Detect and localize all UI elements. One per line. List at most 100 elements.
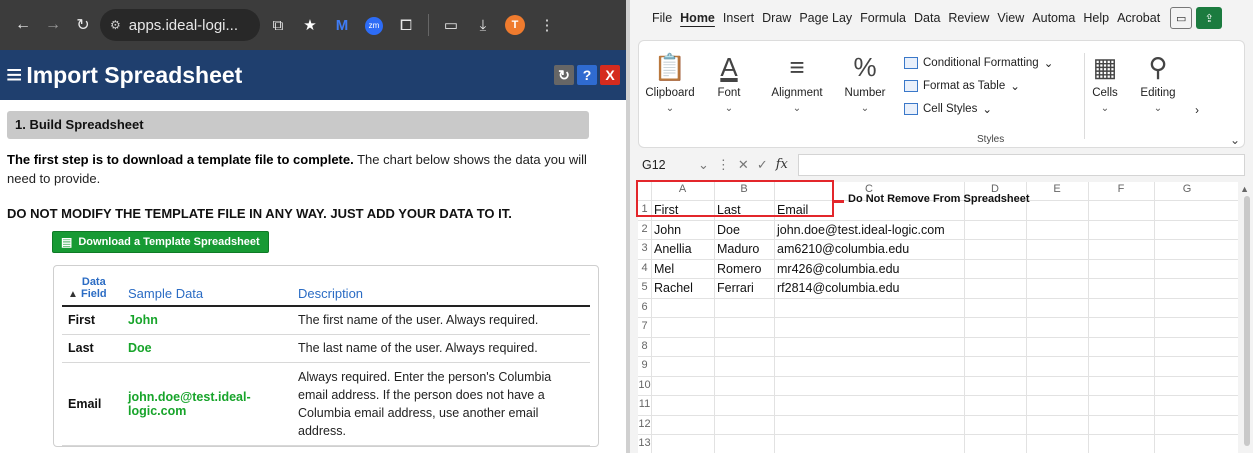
forward-icon[interactable]: → — [40, 16, 66, 34]
annotation-connector — [834, 200, 844, 203]
close-button[interactable]: X — [600, 65, 620, 85]
cell[interactable]: Mel — [654, 262, 674, 276]
tab-home[interactable]: Home — [676, 11, 719, 25]
tab-draw[interactable]: Draw — [758, 11, 795, 25]
row-header[interactable]: 3 — [638, 242, 651, 254]
row-header[interactable]: 10 — [638, 379, 651, 391]
tab-automate[interactable]: Automa — [1028, 11, 1079, 25]
cell[interactable]: Doe — [717, 223, 740, 237]
formula-input[interactable] — [798, 154, 1245, 176]
table-row: Last Doe The last name of the user. Alwa… — [62, 334, 590, 363]
cell[interactable]: Romero — [717, 262, 761, 276]
tab-insert[interactable]: Insert — [719, 11, 758, 25]
reload-icon[interactable]: ↻ — [70, 15, 96, 35]
install-app-icon[interactable]: ⧉ — [264, 17, 292, 34]
tab-review[interactable]: Review — [944, 11, 993, 25]
tab-data[interactable]: Data — [910, 11, 944, 25]
row-header[interactable]: 12 — [638, 418, 651, 430]
zoom-extension-icon[interactable]: zm — [360, 15, 388, 35]
tab-formulas[interactable]: Formula — [856, 11, 910, 25]
ribbon-collapse-icon[interactable]: ⌄ — [1230, 133, 1240, 147]
sample-cell: john.doe@test.ideal-logic.com — [122, 362, 292, 446]
cell[interactable]: Ferrari — [717, 281, 754, 295]
conditional-formatting-button[interactable]: Conditional Formatting ⌄ — [904, 51, 1053, 74]
page-title: Import Spreadsheet — [26, 61, 243, 88]
number-group[interactable]: % Number ⌄ — [837, 47, 893, 114]
cell[interactable]: rf2814@columbia.edu — [777, 281, 900, 295]
editing-group[interactable]: ⚲ Editing ⌄ — [1134, 47, 1182, 114]
kebab-icon[interactable]: ⋮ — [717, 157, 730, 173]
row-header[interactable]: 4 — [638, 262, 651, 274]
row-header[interactable]: 13 — [638, 437, 651, 449]
tab-file[interactable]: File — [648, 11, 676, 25]
row-header[interactable]: 9 — [638, 359, 651, 371]
grid-line — [638, 258, 1238, 260]
cells-group[interactable]: ▦ Cells ⌄ — [1085, 47, 1125, 114]
name-box[interactable]: G12 — [638, 158, 698, 172]
grid-line — [638, 239, 1238, 240]
extensions-puzzle-icon[interactable]: ⧠ — [392, 17, 420, 34]
menu-kebab-icon[interactable]: ⋮ — [533, 16, 561, 34]
chevron-down-icon: ⌄ — [1010, 80, 1020, 93]
browser-window: ← → ↻ ⚙ apps.ideal-logi... ⧉ ★ M zm ⧠ ▭ … — [0, 0, 626, 453]
download-template-button[interactable]: ▤ Download a Template Spreadsheet — [52, 231, 269, 253]
chevron-down-icon[interactable]: ⌄ — [698, 157, 709, 173]
insert-function-icon[interactable]: fx — [776, 157, 788, 173]
tab-page-layout[interactable]: Page Lay — [795, 11, 856, 25]
enter-check-icon[interactable]: ✓ — [757, 157, 768, 173]
column-header-f[interactable]: F — [1088, 182, 1154, 196]
cell[interactable]: john.doe@test.ideal-logic.com — [777, 223, 945, 237]
url-text: apps.ideal-logi... — [128, 16, 238, 34]
column-header-data-field[interactable]: ▲ Data Field — [62, 272, 122, 307]
vertical-scrollbar[interactable] — [1244, 196, 1250, 446]
row-header[interactable]: 8 — [638, 340, 651, 352]
chevron-down-icon: ⌄ — [792, 103, 802, 114]
back-icon[interactable]: ← — [10, 16, 36, 34]
cell[interactable]: Maduro — [717, 242, 759, 256]
clipboard-label: Clipboard — [645, 87, 695, 99]
worksheet-grid[interactable]: A B C D E F G 1 2 3 4 5 6 7 8 9 10 11 12 13 First Last Email Jo… — [638, 182, 1238, 453]
cells-label: Cells — [1092, 87, 1118, 99]
row-header[interactable]: 5 — [638, 281, 651, 293]
comments-icon[interactable]: ▭ — [1170, 7, 1193, 29]
column-header-e[interactable]: E — [1026, 182, 1088, 196]
clipboard-group[interactable]: 📋 Clipboard ⌄ — [645, 47, 695, 114]
scroll-up-icon[interactable]: ▲ — [1240, 184, 1249, 194]
download-icon[interactable]: ⤓ — [469, 17, 497, 34]
share-icon[interactable]: ⇪ — [1196, 7, 1223, 29]
column-header-description[interactable]: Description — [292, 272, 590, 307]
tab-acrobat[interactable]: Acrobat — [1113, 11, 1164, 25]
format-as-table-button[interactable]: Format as Table ⌄ — [904, 74, 1053, 97]
chevron-down-icon: ⌄ — [860, 103, 870, 114]
row-header[interactable]: 2 — [638, 223, 651, 235]
extension-m-icon[interactable]: M — [328, 17, 356, 34]
reading-list-icon[interactable]: ▭ — [437, 16, 465, 34]
site-settings-icon[interactable]: ⚙ — [110, 18, 121, 32]
cancel-icon[interactable]: ✕ — [738, 157, 749, 173]
sample-cell: John — [122, 306, 292, 335]
column-header-sample[interactable]: Sample Data — [122, 272, 292, 307]
row-header[interactable]: 7 — [638, 320, 651, 332]
alignment-group[interactable]: ≡ Alignment ⌄ — [767, 47, 827, 114]
column-header-g[interactable]: G — [1154, 182, 1220, 196]
tab-view[interactable]: View — [993, 11, 1028, 25]
cell[interactable]: Rachel — [654, 281, 693, 295]
help-button[interactable]: ? — [577, 65, 597, 85]
profile-avatar[interactable]: T — [501, 15, 529, 35]
address-bar[interactable]: ⚙ apps.ideal-logi... — [100, 9, 260, 41]
cell[interactable]: am6210@columbia.edu — [777, 242, 909, 256]
hamburger-menu-icon[interactable]: ≡ — [6, 61, 22, 89]
cell[interactable]: John — [654, 223, 681, 237]
font-group[interactable]: A Font ⌄ — [709, 47, 749, 114]
bookmark-star-icon[interactable]: ★ — [296, 16, 324, 34]
tab-help[interactable]: Help — [1079, 11, 1113, 25]
cell[interactable]: mr426@columbia.edu — [777, 262, 899, 276]
refresh-button[interactable]: ↻ — [554, 65, 574, 85]
cell[interactable]: Anellia — [654, 242, 692, 256]
warning-main: DO NOT MODIFY THE TEMPLATE FILE IN ANY W… — [7, 206, 324, 221]
row-header[interactable]: 11 — [638, 398, 651, 410]
overflow-group-icon[interactable]: › — [1187, 105, 1207, 117]
alignment-label: Alignment — [771, 87, 823, 99]
row-header[interactable]: 6 — [638, 301, 651, 313]
cell-styles-button[interactable]: Cell Styles ⌄ — [904, 97, 1053, 120]
